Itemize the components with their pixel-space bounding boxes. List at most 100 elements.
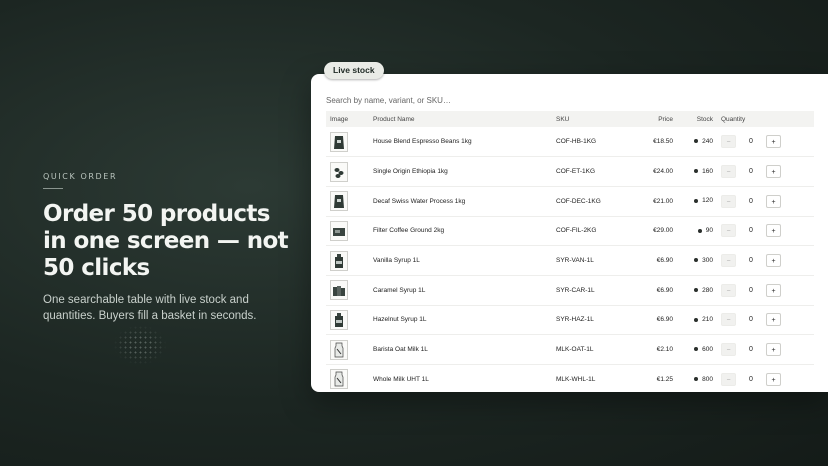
quick-order-panel: Image Product Name SKU Price Stock Quant… <box>311 74 828 392</box>
quantity-cell: −0 + <box>717 156 814 187</box>
subtitle-line: One searchable table with live stock and <box>43 294 249 306</box>
stock-count: 240 <box>702 137 713 145</box>
quantity-stepper: −0 + <box>721 254 810 268</box>
quantity-value[interactable]: 0 <box>736 257 766 264</box>
table-row: Single Origin Ethiopia 1kg COF-ET-1KG €24.… <box>326 156 814 187</box>
hero-section: QUICK ORDER Order 50 products in one scr… <box>43 172 293 324</box>
increase-quantity-button[interactable]: + <box>766 372 781 386</box>
increase-quantity-button[interactable]: + <box>766 313 781 327</box>
decrease-quantity-button[interactable]: − <box>721 372 736 386</box>
stock-indicator: 160 <box>694 168 713 175</box>
decrease-quantity-button[interactable]: − <box>721 224 736 238</box>
stock-cell: 210 <box>677 305 717 336</box>
stock-indicator: 280 <box>694 287 713 294</box>
product-sku: COF-HB-1KG <box>552 127 627 158</box>
product-thumbnail <box>330 191 348 212</box>
increase-quantity-button[interactable]: + <box>766 254 781 268</box>
product-price: €1.25 <box>627 364 677 392</box>
quantity-value[interactable]: 0 <box>736 168 766 175</box>
quantity-cell: −0 + <box>717 275 814 306</box>
quantity-stepper: −0 + <box>721 283 810 297</box>
quantity-value[interactable]: 0 <box>736 227 766 234</box>
column-header-sku[interactable]: SKU <box>552 111 627 127</box>
image-cell <box>326 275 369 306</box>
table-header-row: Image Product Name SKU Price Stock Quant… <box>326 111 814 127</box>
stock-dot-icon <box>694 258 699 263</box>
increase-quantity-button[interactable]: + <box>766 194 781 208</box>
decrease-quantity-button[interactable]: − <box>721 283 736 297</box>
column-header-image: Image <box>326 111 369 127</box>
decrease-quantity-button[interactable]: − <box>721 343 736 357</box>
search-input[interactable] <box>326 92 806 108</box>
table-row: Barista Oat Milk 1L MLK-OAT-1L €2.10 600−0 + <box>326 334 814 365</box>
product-price: €18.50 <box>627 127 677 158</box>
increase-quantity-button[interactable]: + <box>766 343 781 357</box>
product-name: Caramel Syrup 1L <box>369 275 552 306</box>
column-header-stock[interactable]: Stock <box>677 111 717 127</box>
image-cell <box>326 364 369 392</box>
table-row: Filter Coffee Ground 2kg COF-FIL-2KG €29.0… <box>326 216 814 247</box>
stock-count: 210 <box>702 316 713 324</box>
eyebrow-divider <box>43 188 63 189</box>
stock-indicator: 90 <box>697 227 713 235</box>
stock-count: 300 <box>702 256 713 264</box>
quantity-value[interactable]: 0 <box>736 138 766 145</box>
image-cell <box>326 156 369 187</box>
column-header-price[interactable]: Price <box>627 111 677 127</box>
table-row: Whole Milk UHT 1L MLK-WHL-1L €1.25 800−0 + <box>326 364 814 392</box>
decrease-quantity-button[interactable]: − <box>721 313 736 327</box>
stock-indicator: 600 <box>694 346 713 353</box>
stock-indicator: 210 <box>694 316 713 323</box>
product-thumbnail <box>330 131 348 152</box>
image-cell <box>326 245 369 276</box>
stock-indicator: 120 <box>694 197 713 204</box>
product-thumbnail <box>330 250 348 271</box>
stock-cell: 280 <box>677 275 717 306</box>
stock-dot-icon <box>697 228 702 233</box>
decrease-quantity-button[interactable]: − <box>721 254 736 268</box>
stock-count: 90 <box>705 227 713 235</box>
product-price: €24.00 <box>627 156 677 187</box>
product-table: Image Product Name SKU Price Stock Quant… <box>326 111 814 392</box>
stock-dot-icon <box>694 347 699 352</box>
product-name: Barista Oat Milk 1L <box>369 334 552 365</box>
product-sku: COF-FIL-2KG <box>552 216 627 247</box>
quantity-value[interactable]: 0 <box>736 316 766 323</box>
stock-indicator: 300 <box>694 257 713 264</box>
increase-quantity-button[interactable]: + <box>766 165 781 179</box>
quantity-stepper: −0 + <box>721 135 810 149</box>
increase-quantity-button[interactable]: + <box>766 283 781 297</box>
product-thumbnail <box>330 161 348 182</box>
product-name: Filter Coffee Ground 2kg <box>369 216 552 247</box>
coffee-beans-icon <box>334 167 344 178</box>
increase-quantity-button[interactable]: + <box>766 135 781 149</box>
decrease-quantity-button[interactable]: − <box>721 135 736 149</box>
product-thumbnail <box>330 309 348 330</box>
subtitle-line: quantities. Buyers fill a basket in seco… <box>43 310 257 322</box>
headline-line: 50 clicks <box>43 255 150 281</box>
image-cell <box>326 186 369 217</box>
syrup-bottle-icon <box>335 312 343 327</box>
column-header-name[interactable]: Product Name <box>369 111 552 127</box>
stock-cell: 120 <box>677 186 717 217</box>
quantity-stepper: −0 + <box>721 313 810 327</box>
coffee-bag-icon <box>334 195 344 209</box>
table-row: Hazelnut Syrup 1L SYR-HAZ-1L €6.90 210−0 + <box>326 305 814 336</box>
quantity-cell: −0 + <box>717 245 814 276</box>
hero-headline: Order 50 products in one screen — not 50… <box>43 201 293 282</box>
decrease-quantity-button[interactable]: − <box>721 194 736 208</box>
stock-dot-icon <box>694 377 699 382</box>
stock-cell: 240 <box>677 127 717 158</box>
decrease-quantity-button[interactable]: − <box>721 165 736 179</box>
quantity-cell: −0 + <box>717 127 814 158</box>
product-name: House Blend Espresso Beans 1kg <box>369 127 552 158</box>
quantity-value[interactable]: 0 <box>736 198 766 205</box>
eyebrow-label: QUICK ORDER <box>43 172 118 181</box>
quantity-value[interactable]: 0 <box>736 346 766 353</box>
increase-quantity-button[interactable]: + <box>766 224 781 238</box>
quantity-value[interactable]: 0 <box>736 376 766 383</box>
quantity-cell: −0 + <box>717 186 814 217</box>
quantity-value[interactable]: 0 <box>736 287 766 294</box>
stock-cell: 300 <box>677 245 717 276</box>
quantity-cell: −0 + <box>717 216 814 247</box>
